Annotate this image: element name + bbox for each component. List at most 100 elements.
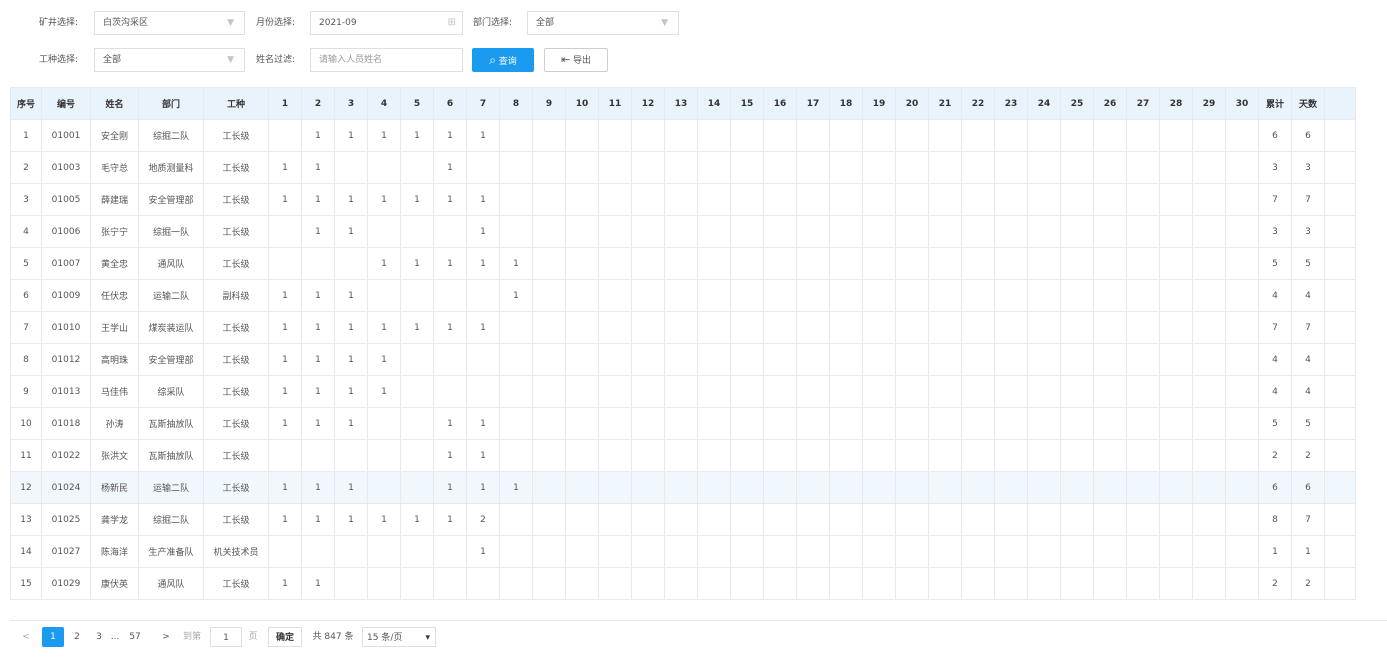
day-cell: 1 <box>367 343 401 376</box>
next-page-button[interactable]: > <box>160 627 172 647</box>
day-cell <box>961 535 995 568</box>
day-cell <box>631 535 665 568</box>
page-2-button[interactable]: 2 <box>70 627 84 647</box>
day-cell: 1 <box>433 183 467 216</box>
day-cell <box>730 151 764 184</box>
day-cell <box>598 471 632 504</box>
days-count-cell: 1 <box>1291 535 1325 568</box>
column-header: 部门 <box>138 87 204 120</box>
day-cell: 1 <box>400 247 434 280</box>
page-57-button[interactable]: 57 <box>126 627 144 647</box>
day-cell: 1 <box>433 311 467 344</box>
day-cell <box>499 215 533 248</box>
day-cell <box>631 503 665 536</box>
day-cell <box>1192 343 1226 376</box>
pagination-ellipsis[interactable]: ... <box>106 627 124 647</box>
day-cell: 1 <box>466 311 500 344</box>
column-header: 25 <box>1060 87 1094 120</box>
day-cell <box>697 279 731 312</box>
table-row[interactable]: 9 01013 马佳伟 综采队 工长级 1 1 1 1 4 4 <box>10 375 1356 408</box>
table-row[interactable]: 2 01003 毛守总 地质测量科 工长级 1 1 1 3 3 <box>10 151 1356 184</box>
day-cell <box>862 183 896 216</box>
month-picker[interactable]: 2021-09 ⊞ <box>310 11 463 35</box>
day-cell <box>928 343 962 376</box>
day-cell: 1 <box>367 311 401 344</box>
table-row[interactable]: 7 01010 王学山 煤炭装运队 工长级 1 1 1 1 1 1 1 7 7 <box>10 311 1356 344</box>
day-cell <box>631 567 665 600</box>
day-cell <box>1225 567 1259 600</box>
day-cell <box>994 535 1028 568</box>
table-row[interactable]: 14 01027 陈海洋 生产准备队 机关技术员 1 1 1 <box>10 535 1356 568</box>
day-cell <box>1093 439 1127 472</box>
day-cell <box>895 151 929 184</box>
goto-page-input[interactable]: 1 <box>210 627 242 647</box>
table-row[interactable]: 13 01025 龚学龙 综掘二队 工长级 1 1 1 1 1 1 2 8 7 <box>10 503 1356 536</box>
day-cell <box>598 215 632 248</box>
day-cell <box>961 151 995 184</box>
search-button[interactable]: ⌕ 查询 <box>472 48 534 72</box>
day-cell <box>1126 343 1160 376</box>
table-row[interactable]: 5 01007 黄全忠 通风队 工长级 1 1 1 1 1 5 5 <box>10 247 1356 280</box>
day-cell <box>1093 535 1127 568</box>
export-button[interactable]: ⇤ 导出 <box>544 48 608 72</box>
day-cell <box>631 407 665 440</box>
day-cell <box>928 535 962 568</box>
day-cell <box>499 535 533 568</box>
row-spacer-cell <box>1324 343 1356 376</box>
employee-name-cell: 张洪文 <box>90 439 139 472</box>
day-cell <box>1093 311 1127 344</box>
mine-select[interactable]: 白茨沟采区 ▼ <box>94 11 245 35</box>
dept-select[interactable]: 全部 ▼ <box>527 11 679 35</box>
day-cell <box>730 279 764 312</box>
table-row[interactable]: 10 01018 孙涛 瓦斯抽放队 工长级 1 1 1 1 1 5 5 <box>10 407 1356 440</box>
day-cell <box>1192 407 1226 440</box>
table-row[interactable]: 11 01022 张洪文 瓦斯抽放队 工长级 1 1 2 2 <box>10 439 1356 472</box>
day-cell <box>499 311 533 344</box>
table-row[interactable]: 6 01009 任伏忠 运输二队 副科级 1 1 1 1 4 4 <box>10 279 1356 312</box>
day-cell: 1 <box>334 471 368 504</box>
name-filter-input[interactable]: 请输入人员姓名 <box>310 48 463 72</box>
day-cell <box>796 503 830 536</box>
day-cell <box>1060 343 1094 376</box>
day-cell: 1 <box>301 183 335 216</box>
page-3-button[interactable]: 3 <box>92 627 106 647</box>
day-cell <box>895 407 929 440</box>
day-cell <box>829 535 863 568</box>
days-count-cell: 3 <box>1291 151 1325 184</box>
table-row[interactable]: 15 01029 康伏英 通风队 工长级 1 1 2 2 <box>10 567 1356 600</box>
day-cell <box>532 535 566 568</box>
day-cell <box>763 535 797 568</box>
day-cell <box>499 119 533 152</box>
day-cell <box>829 215 863 248</box>
day-cell <box>1027 215 1061 248</box>
day-cell <box>1027 343 1061 376</box>
day-cell <box>961 343 995 376</box>
day-cell <box>895 535 929 568</box>
worktype-select[interactable]: 全部 ▼ <box>94 48 245 72</box>
day-cell <box>796 247 830 280</box>
day-cell <box>1126 215 1160 248</box>
month-label: 月份选择: <box>256 18 296 28</box>
day-cell <box>1225 407 1259 440</box>
table-row[interactable]: 4 01006 张宁宁 综掘一队 工长级 1 1 1 3 3 <box>10 215 1356 248</box>
day-cell <box>928 439 962 472</box>
day-cell <box>1027 535 1061 568</box>
row-spacer-cell <box>1324 279 1356 312</box>
day-cell <box>697 407 731 440</box>
day-cell <box>1093 215 1127 248</box>
day-cell <box>532 375 566 408</box>
day-cell <box>1159 183 1193 216</box>
work-type-cell: 工长级 <box>203 375 269 408</box>
page-size-select[interactable]: 15 条/页 ▾ <box>362 627 436 647</box>
day-cell <box>631 311 665 344</box>
table-row[interactable]: 3 01005 薛建瑞 安全管理部 工长级 1 1 1 1 1 1 1 7 7 <box>10 183 1356 216</box>
table-row[interactable]: 12 01024 杨新民 运输二队 工长级 1 1 1 1 1 1 6 6 <box>10 471 1356 504</box>
day-cell <box>565 567 599 600</box>
table-row[interactable]: 1 01001 安全刚 综掘二队 工长级 1 1 1 1 1 1 6 6 <box>10 119 1356 152</box>
goto-confirm-button[interactable]: 确定 <box>268 627 302 647</box>
page-1-button[interactable]: 1 <box>42 627 64 647</box>
prev-page-button[interactable]: < <box>20 627 32 647</box>
day-cell <box>1060 183 1094 216</box>
department-cell: 运输二队 <box>138 471 204 504</box>
table-row[interactable]: 8 01012 高明珠 安全管理部 工长级 1 1 1 1 4 4 <box>10 343 1356 376</box>
